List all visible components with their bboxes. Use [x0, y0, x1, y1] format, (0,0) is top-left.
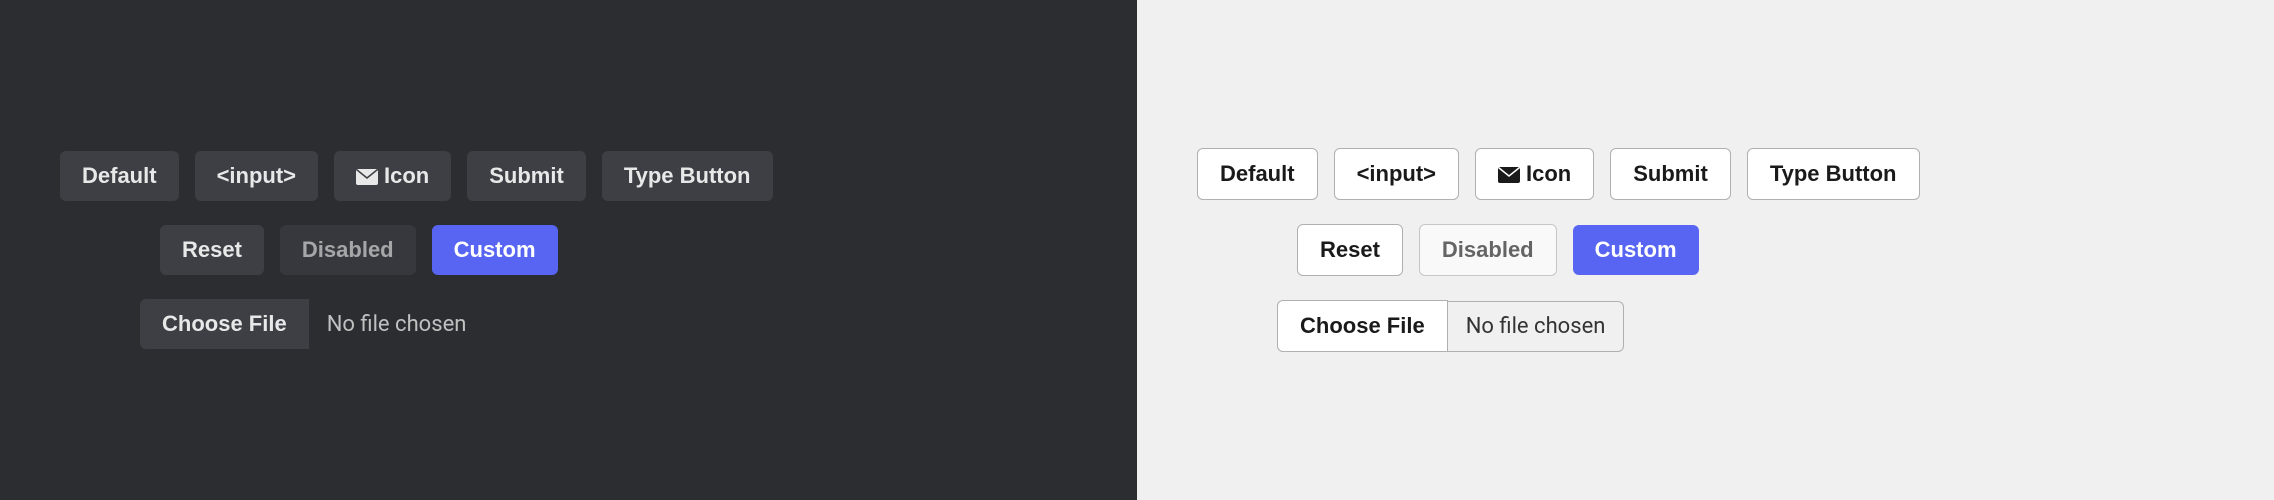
- light-row-2: Reset Disabled Custom: [1197, 224, 2214, 276]
- light-file-input: Choose File No file chosen: [1277, 300, 1624, 352]
- light-reset-button[interactable]: Reset: [1297, 224, 1403, 276]
- dark-reset-button[interactable]: Reset: [160, 225, 264, 275]
- light-no-file-label: No file chosen: [1448, 301, 1625, 352]
- light-input-button[interactable]: <input>: [1334, 148, 1459, 200]
- light-row-1: Default <input> Icon Submit Type Button: [1197, 148, 2214, 200]
- dark-type-button[interactable]: Type Button: [602, 151, 773, 201]
- light-icon-button[interactable]: Icon: [1475, 148, 1594, 200]
- envelope-icon-light: [1498, 161, 1520, 187]
- envelope-icon: [356, 163, 378, 189]
- light-default-button[interactable]: Default: [1197, 148, 1318, 200]
- dark-icon-label: Icon: [384, 163, 429, 189]
- light-custom-button[interactable]: Custom: [1573, 225, 1699, 275]
- dark-disabled-button: Disabled: [280, 225, 416, 275]
- dark-default-button[interactable]: Default: [60, 151, 179, 201]
- dark-file-input: Choose File No file chosen: [140, 299, 484, 349]
- dark-submit-button[interactable]: Submit: [467, 151, 586, 201]
- light-icon-label: Icon: [1526, 161, 1571, 187]
- light-panel: Default <input> Icon Submit Type Button …: [1137, 0, 2274, 500]
- light-file-row: Choose File No file chosen: [1197, 300, 2214, 352]
- light-type-button[interactable]: Type Button: [1747, 148, 1920, 200]
- dark-no-file-label: No file chosen: [309, 300, 485, 349]
- dark-row-1: Default <input> Icon Submit Type Button: [60, 151, 1077, 201]
- dark-file-row: Choose File No file chosen: [60, 299, 1077, 349]
- light-submit-button[interactable]: Submit: [1610, 148, 1731, 200]
- dark-input-button[interactable]: <input>: [195, 151, 318, 201]
- dark-row-2: Reset Disabled Custom: [60, 225, 1077, 275]
- light-choose-file-button[interactable]: Choose File: [1277, 300, 1448, 352]
- light-disabled-button: Disabled: [1419, 224, 1557, 276]
- dark-panel: Default <input> Icon Submit Type Button …: [0, 0, 1137, 500]
- dark-custom-button[interactable]: Custom: [432, 225, 558, 275]
- dark-icon-button[interactable]: Icon: [334, 151, 451, 201]
- dark-choose-file-button[interactable]: Choose File: [140, 299, 309, 349]
